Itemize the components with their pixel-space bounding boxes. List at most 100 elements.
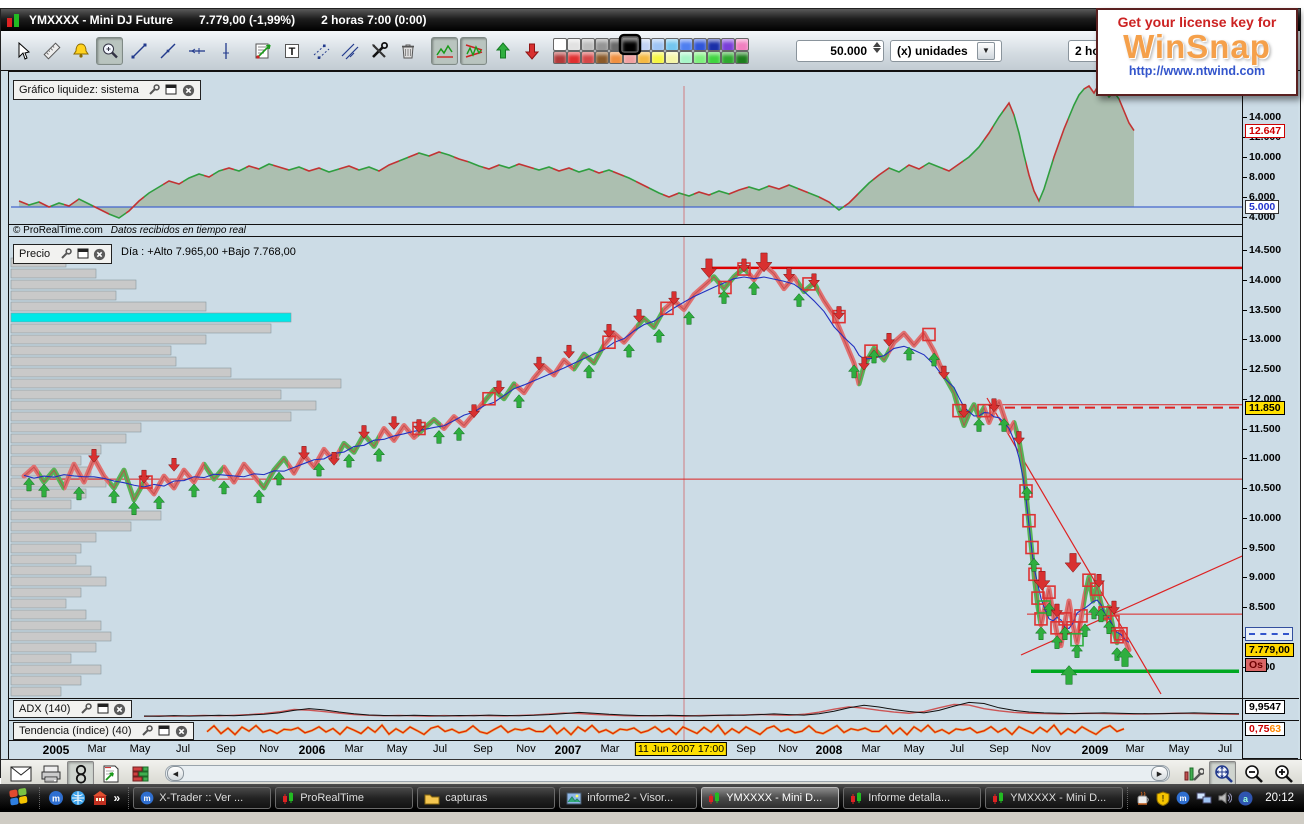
color-swatch[interactable]	[623, 51, 637, 64]
delete-tool-button[interactable]	[394, 37, 421, 65]
messenger-tray-icon[interactable]: a	[1238, 791, 1253, 806]
winsnap-ad[interactable]: Get your license key for WinSnap http://…	[1096, 8, 1298, 96]
security-shield-icon[interactable]: !	[1156, 790, 1170, 806]
wrench-icon[interactable]	[141, 725, 154, 738]
horizontal-line-tool-button[interactable]	[183, 37, 210, 65]
quantity-input[interactable]: 50.000	[796, 39, 884, 62]
zoom-in-button[interactable]	[1269, 761, 1296, 787]
color-swatch[interactable]	[721, 38, 735, 51]
close-icon[interactable]	[113, 703, 126, 716]
taskbar-clock[interactable]: 20:12	[1259, 792, 1300, 804]
color-swatch[interactable]	[595, 51, 609, 64]
browser-icon[interactable]	[70, 790, 86, 806]
parallel-lines-tool-button[interactable]	[336, 37, 363, 65]
taskbar-button[interactable]: ProRealTime	[275, 787, 414, 809]
chart-plot-area[interactable]	[9, 72, 1250, 758]
close-icon[interactable]	[93, 248, 106, 261]
zoom-out-button[interactable]	[1239, 761, 1266, 787]
ad-url-link[interactable]: http://www.ntwind.com	[1098, 64, 1296, 78]
taskbar-button[interactable]: YMXXXX - Mini D...	[985, 787, 1124, 809]
window-icon[interactable]	[76, 248, 89, 261]
wrench-icon[interactable]	[79, 703, 92, 716]
wrench-icon[interactable]	[59, 248, 72, 261]
sell-arrow-button[interactable]	[518, 37, 545, 65]
vertical-line-tool-button[interactable]	[212, 37, 239, 65]
scroll-left-button[interactable]: ◀	[167, 766, 184, 781]
color-swatch[interactable]	[651, 51, 665, 64]
horizontal-scrollbar[interactable]: ◀ ▶	[165, 765, 1170, 782]
zoom-tool-button[interactable]	[96, 36, 123, 65]
time-axis[interactable]: 2005 Mar May Jul Sep Nov 2006 Mar May Jul Sep Nov 20…	[9, 740, 1242, 759]
color-swatch[interactable]	[651, 38, 665, 51]
report-button[interactable]	[97, 761, 124, 787]
segment-tool-button[interactable]	[125, 37, 152, 65]
window-icon[interactable]	[96, 703, 109, 716]
settings-tools-button[interactable]	[365, 37, 392, 65]
chart-settings-button[interactable]	[1179, 761, 1206, 787]
color-swatch[interactable]	[618, 33, 642, 56]
color-swatch[interactable]	[693, 51, 707, 64]
color-swatch[interactable]	[637, 38, 651, 51]
color-swatch[interactable]	[665, 51, 679, 64]
channel-tool-button[interactable]	[307, 37, 334, 65]
indicators-button[interactable]	[249, 37, 276, 65]
email-button[interactable]	[7, 761, 34, 787]
maxthon-tray-icon[interactable]: m	[1176, 791, 1190, 805]
color-swatch[interactable]	[735, 38, 749, 51]
color-swatch[interactable]	[679, 38, 693, 51]
color-swatch[interactable]	[665, 38, 679, 51]
color-swatch[interactable]	[609, 51, 623, 64]
line-tool-button[interactable]	[154, 37, 181, 65]
text-tool-button[interactable]: T	[278, 37, 305, 65]
taskbar-button[interactable]: m X-Trader :: Ver ...	[133, 787, 272, 809]
taskbar-button[interactable]: YMXXXX - Mini D...	[701, 787, 840, 809]
print-button[interactable]	[37, 761, 64, 787]
color-swatch[interactable]	[721, 51, 735, 64]
color-swatch[interactable]	[735, 51, 749, 64]
close-icon[interactable]	[182, 84, 195, 97]
pointer-tool-button[interactable]	[9, 37, 36, 65]
quantity-increment-button[interactable]	[873, 41, 881, 47]
color-swatch[interactable]	[693, 38, 707, 51]
buy-arrow-button[interactable]	[489, 37, 516, 65]
trading-app-icon[interactable]	[92, 790, 108, 806]
network-tray-icon[interactable]	[1196, 791, 1212, 805]
chart-mode-pattern-button[interactable]	[460, 36, 487, 65]
tendencia-panel-header[interactable]: Tendencia (índice) (40)	[13, 722, 194, 740]
adx-panel-header[interactable]: ADX (140)	[13, 700, 133, 718]
scroll-right-button[interactable]: ▶	[1151, 766, 1168, 781]
start-button[interactable]	[4, 786, 35, 810]
volume-tray-icon[interactable]	[1218, 791, 1233, 805]
quick-launch-expand[interactable]: »	[114, 791, 121, 805]
ruler-tool-button[interactable]	[38, 37, 65, 65]
color-swatch[interactable]	[637, 51, 651, 64]
zoom-fit-button[interactable]	[1209, 760, 1236, 787]
java-tray-icon[interactable]	[1136, 791, 1150, 806]
color-swatch[interactable]	[553, 51, 567, 64]
liquidity-panel-header[interactable]: Gráfico liquidez: sistema	[13, 80, 201, 100]
positions-button[interactable]	[127, 761, 154, 787]
taskbar-button[interactable]: informe2 - Visor...	[559, 787, 698, 809]
maxthon-icon[interactable]: m	[48, 790, 64, 806]
taskbar-button[interactable]: capturas	[417, 787, 556, 809]
color-swatch[interactable]	[581, 51, 595, 64]
alert-tool-button[interactable]	[67, 37, 94, 65]
price-panel-header[interactable]: Precio	[13, 244, 113, 264]
color-swatch[interactable]	[567, 38, 581, 51]
color-swatch[interactable]	[553, 38, 567, 51]
color-swatch[interactable]	[707, 38, 721, 51]
close-icon[interactable]	[175, 725, 188, 738]
color-swatch[interactable]	[567, 51, 581, 64]
units-dropdown[interactable]: (x) unidades ▼	[890, 39, 1002, 62]
search-quotes-button[interactable]	[67, 760, 94, 787]
chart-mode-line-button[interactable]	[431, 36, 458, 65]
color-swatch[interactable]	[581, 38, 595, 51]
window-icon[interactable]	[158, 725, 171, 738]
taskbar-button[interactable]: Informe detalla...	[843, 787, 982, 809]
wrench-icon[interactable]	[148, 84, 161, 97]
color-swatch[interactable]	[707, 51, 721, 64]
window-icon[interactable]	[165, 84, 178, 97]
color-swatch[interactable]	[679, 51, 693, 64]
color-swatch[interactable]	[595, 38, 609, 51]
price-axis-gutter[interactable]: 14.00012.00010.0008.0006.0004.00012.6475…	[1242, 72, 1298, 758]
